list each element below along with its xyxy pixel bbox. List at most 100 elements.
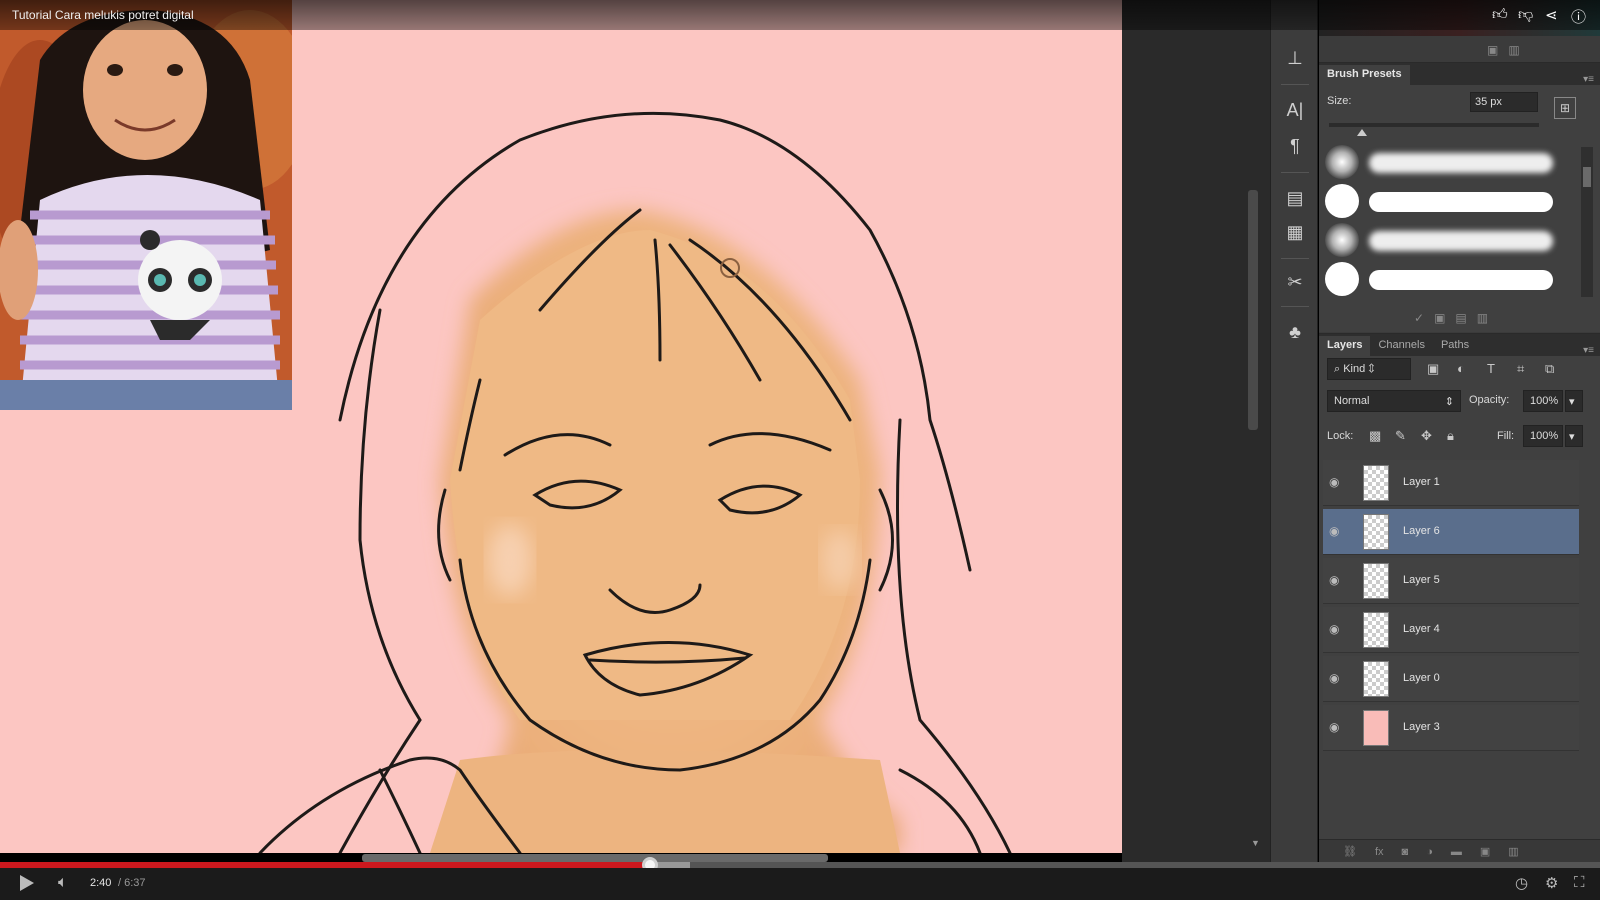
tab-brush-presets[interactable]: Brush Presets: [1319, 65, 1410, 85]
layer-thumbnail: [1363, 710, 1389, 746]
canvas-horizontal-scrollbar[interactable]: [362, 854, 828, 862]
layer-filter-select[interactable]: ⌕ Kind ⇕: [1327, 358, 1411, 380]
select-arrows-icon: ⇕: [1444, 396, 1454, 408]
tool-presets-icon[interactable]: ✂: [1281, 268, 1309, 296]
adjustment-layer-icon[interactable]: ◑: [1426, 846, 1433, 858]
fullscreen-icon[interactable]: ⛶: [1574, 874, 1585, 891]
filter-smart-object-icon[interactable]: ⧉: [1545, 361, 1554, 377]
layer-row[interactable]: ◉ Layer 4: [1323, 607, 1579, 653]
visibility-eye-icon[interactable]: ◉: [1329, 475, 1349, 489]
brush-presets-panel: Brush Presets ▾≡ Size: 35 px ⊞: [1319, 62, 1600, 332]
tab-channels[interactable]: Channels: [1370, 336, 1432, 356]
visibility-eye-icon[interactable]: ◉: [1329, 720, 1349, 734]
brush-preset-item[interactable]: [1323, 182, 1563, 220]
delete-layer-icon[interactable]: ▥: [1508, 845, 1518, 858]
brush-settings-icon[interactable]: ⊞: [1554, 97, 1576, 119]
toggle-brush-icon[interactable]: ✓: [1414, 311, 1424, 325]
lock-transparent-icon[interactable]: ▩: [1369, 428, 1381, 444]
drawing-canvas[interactable]: [0, 0, 1122, 853]
trash-icon[interactable]: ▥: [1508, 43, 1519, 57]
layer-name[interactable]: Layer 5: [1403, 574, 1440, 586]
visibility-eye-icon[interactable]: ◉: [1329, 573, 1349, 587]
play-icon[interactable]: [20, 875, 34, 891]
share-icon[interactable]: ⋖: [1545, 6, 1558, 24]
brush-size-slider[interactable]: [1329, 123, 1539, 127]
brush-preset-item[interactable]: [1323, 221, 1563, 259]
history-icon[interactable]: ⊥: [1281, 44, 1309, 72]
layer-name[interactable]: Layer 3: [1403, 721, 1440, 733]
canvas-vertical-scrollbar[interactable]: [1248, 190, 1258, 430]
time-current: 2:40: [90, 877, 112, 889]
link-layers-icon[interactable]: ⛓: [1343, 845, 1357, 858]
dislike-icon[interactable]: 👎︎: [1518, 6, 1533, 24]
fill-dropdown-icon[interactable]: ▾: [1565, 425, 1583, 447]
lock-position-icon[interactable]: ✥: [1421, 428, 1432, 444]
brush-list-scroll-thumb[interactable]: [1583, 167, 1591, 187]
tab-paths[interactable]: Paths: [1433, 336, 1477, 356]
video-title[interactable]: Tutorial Cara melukis potret digital: [12, 8, 194, 22]
delete-brush-icon[interactable]: ▥: [1477, 311, 1488, 325]
layer-row[interactable]: ◉ Layer 1: [1323, 460, 1579, 506]
filter-adjustment-icon[interactable]: ◐: [1457, 361, 1465, 376]
fill-label: Fill:: [1497, 430, 1515, 442]
layer-row[interactable]: ◉ Layer 0: [1323, 656, 1579, 702]
add-mask-icon[interactable]: ◙: [1402, 846, 1409, 858]
volume-icon[interactable]: 🔈︎: [58, 874, 68, 892]
layer-name[interactable]: Layer 4: [1403, 623, 1440, 635]
layer-name[interactable]: Layer 6: [1403, 525, 1440, 537]
filter-type-icon[interactable]: T: [1487, 361, 1495, 376]
new-preset-icon[interactable]: ▣: [1487, 43, 1498, 57]
filter-shape-icon[interactable]: ⌗: [1517, 361, 1524, 377]
visibility-eye-icon[interactable]: ◉: [1329, 671, 1349, 685]
strip-divider: [1281, 306, 1309, 307]
brush-tip-preview: [1325, 145, 1359, 179]
visibility-eye-icon[interactable]: ◉: [1329, 524, 1349, 538]
brush-preset-item[interactable]: [1323, 143, 1563, 181]
new-brush-icon[interactable]: ▤: [1455, 311, 1466, 325]
tab-layers[interactable]: Layers: [1319, 336, 1371, 356]
scroll-down-arrow-icon[interactable]: ▼: [1251, 838, 1260, 848]
brush-size-slider-thumb[interactable]: [1357, 129, 1367, 136]
fill-input[interactable]: 100%: [1523, 425, 1563, 447]
blend-mode-select[interactable]: Normal ⇕: [1327, 390, 1461, 412]
lock-label: Lock:: [1327, 430, 1354, 442]
video-title-bar: Tutorial Cara melukis potret digital 👍︎ …: [0, 0, 1600, 30]
like-icon[interactable]: 👍︎: [1492, 6, 1508, 24]
opacity-input[interactable]: 100%: [1523, 390, 1563, 412]
brush-panel-icon[interactable]: ▣: [1434, 311, 1445, 325]
panel-header-icons: ▣ ▥: [1487, 38, 1520, 62]
layer-row[interactable]: ◉ Layer 5: [1323, 558, 1579, 604]
swatches-panel-icon[interactable]: ▤: [1281, 184, 1309, 212]
brush-stroke-preview: [1369, 231, 1553, 251]
layer-thumbnail: [1363, 563, 1389, 599]
settings-icon[interactable]: ⚙: [1545, 874, 1558, 892]
lock-image-icon[interactable]: ✎: [1395, 428, 1406, 444]
layer-thumbnail: [1363, 514, 1389, 550]
clone-source-icon[interactable]: ♣: [1281, 318, 1309, 346]
layers-menu-icon[interactable]: ▾≡: [1583, 345, 1594, 356]
layer-row[interactable]: ◉ Layer 3: [1323, 705, 1579, 751]
new-group-icon[interactable]: ▬: [1451, 846, 1462, 858]
filter-pixel-icon[interactable]: ▣: [1427, 361, 1439, 377]
layer-name[interactable]: Layer 1: [1403, 476, 1440, 488]
watch-later-icon[interactable]: ◷: [1515, 874, 1528, 892]
brush-panel-footer-icons: ✓ ▣ ▤ ▥: [1414, 306, 1488, 330]
lock-all-icon[interactable]: 🔒︎: [1447, 428, 1454, 444]
layer-style-icon[interactable]: fx: [1375, 846, 1384, 858]
opacity-dropdown-icon[interactable]: ▾: [1565, 390, 1583, 412]
time-separator: /: [118, 877, 122, 889]
search-icon: ⌕: [1334, 363, 1344, 375]
info-icon[interactable]: ⓘ: [1571, 6, 1586, 27]
paragraph-panel-icon[interactable]: ¶: [1281, 132, 1309, 160]
layer-row[interactable]: ◉ Layer 6: [1323, 509, 1579, 555]
brush-size-input[interactable]: 35 px: [1470, 92, 1538, 112]
notes-panel-icon[interactable]: ▦: [1281, 218, 1309, 246]
layer-name[interactable]: Layer 0: [1403, 672, 1440, 684]
visibility-eye-icon[interactable]: ◉: [1329, 622, 1349, 636]
new-layer-icon[interactable]: ▣: [1480, 845, 1490, 858]
character-panel-icon[interactable]: A|: [1281, 96, 1309, 124]
brush-preset-item[interactable]: [1323, 260, 1563, 298]
panel-menu-icon[interactable]: ▾≡: [1583, 74, 1594, 85]
brush-tip-preview: [1325, 223, 1359, 257]
layers-panel-footer: ⛓ fx ◙ ◑ ▬ ▣ ▥: [1319, 839, 1600, 863]
